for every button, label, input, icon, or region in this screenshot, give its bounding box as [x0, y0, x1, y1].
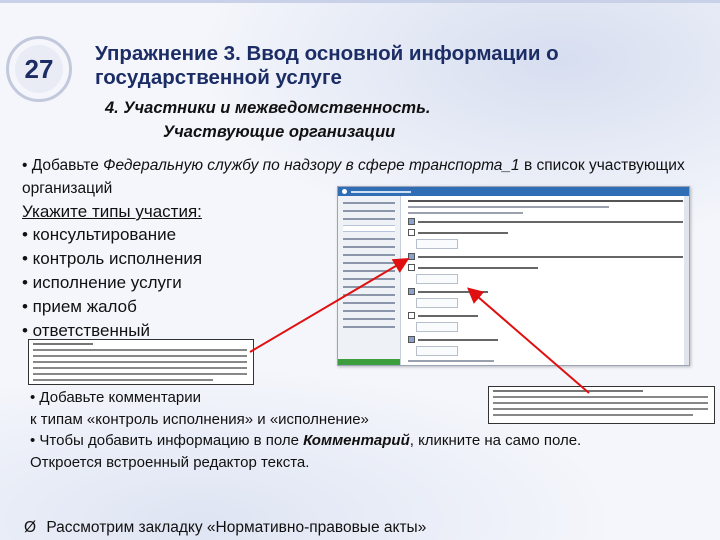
participation-item: • прием жалоб: [22, 297, 137, 316]
embedded-screenshot: [337, 186, 690, 366]
bullet-next-tab: Ø Рассмотрим закладку «Нормативно-правов…: [24, 516, 426, 539]
participation-item: • исполнение услуги: [22, 273, 182, 292]
checkbox-icon: [408, 336, 415, 343]
subtitle-line-1: 4. Участники и межведомственность.: [105, 99, 431, 117]
slide-subtitle: 4. Участники и межведомственность. Участ…: [105, 96, 685, 144]
bullet3-line2: к типам «контроль исполнения» и «исполне…: [30, 410, 369, 428]
screenshot-sidebar-accent: [338, 359, 400, 365]
participation-heading: Укажите типы участия:: [22, 202, 202, 221]
checkbox-icon: [408, 218, 415, 225]
slide-number-badge: 27: [6, 36, 72, 102]
subtitle-line-2: Участвующие организации: [163, 123, 396, 141]
checkbox-icon: [408, 312, 415, 319]
bullet3-line1: • Добавьте комментарии: [30, 389, 201, 406]
checkbox-icon: [408, 264, 415, 271]
bullet1-prefix: • Добавьте: [22, 157, 104, 174]
bullet-comments: • Добавьте комментарии к типам «контроль…: [30, 387, 710, 473]
zoomed-comment-box-1: [28, 339, 254, 385]
slide-number: 27: [24, 53, 54, 84]
bullet3-line4: Откроется встроенный редактор текста.: [30, 453, 310, 471]
participation-item: • консультирование: [22, 225, 177, 244]
bullet1-organization: Федеральную службу по надзору в сфере тр…: [103, 157, 520, 174]
screenshot-logo-icon: [342, 189, 347, 194]
comment-field-name: Комментарий: [303, 432, 410, 449]
checkbox-icon: [408, 229, 415, 236]
slide-title: Упражнение 3. Ввод основной информации о…: [95, 42, 559, 89]
screenshot-sidebar: [338, 196, 401, 365]
screenshot-scrollbar: [684, 196, 689, 365]
bullet4-text: Рассмотрим закладку «Нормативно-правовые…: [46, 519, 427, 536]
checkbox-icon: [408, 288, 415, 295]
top-rule: [0, 0, 720, 3]
screenshot-content: [402, 196, 689, 365]
checkbox-icon: [408, 253, 415, 260]
bullet3-line3: • Чтобы добавить информацию в поле Комме…: [30, 432, 582, 449]
participation-item: • контроль исполнения: [22, 249, 203, 268]
screenshot-header-bar: [338, 187, 689, 196]
participation-types: Укажите типы участия: • консультирование…: [22, 200, 322, 343]
zoomed-text-lines: [33, 343, 247, 381]
bullet-arrow-icon: Ø: [24, 519, 37, 536]
